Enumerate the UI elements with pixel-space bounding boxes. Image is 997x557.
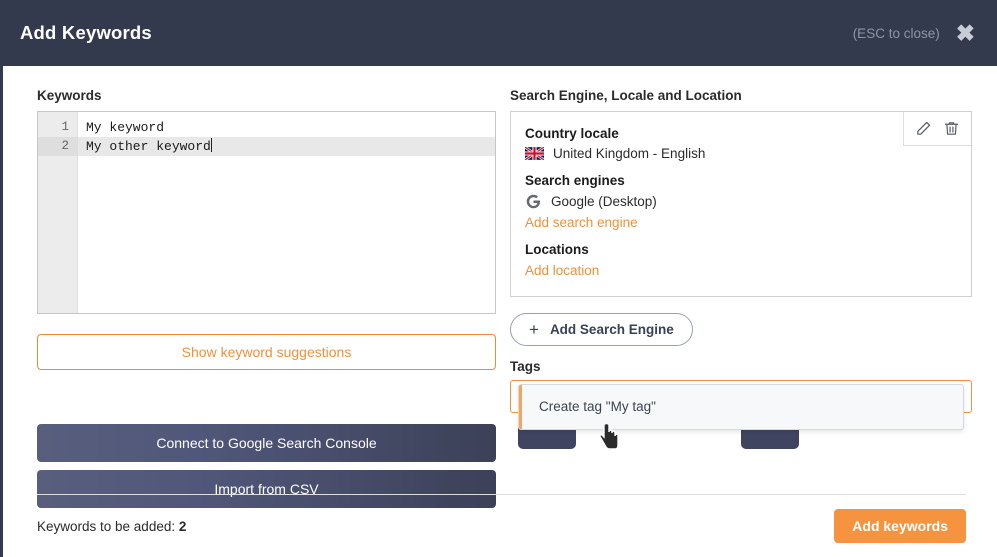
add-search-engine-button-label: Add Search Engine (549, 322, 674, 337)
line-number: 1 (61, 120, 69, 134)
modal-footer: Keywords to be added: 2 Add keywords (37, 494, 966, 557)
create-tag-option[interactable]: Create tag "My tag" (519, 385, 963, 429)
keywords-count: Keywords to be added: 2 (37, 519, 186, 534)
text-caret (210, 138, 212, 152)
keywords-count-value: 2 (178, 518, 187, 534)
country-locale-value: United Kingdom - English (553, 146, 706, 161)
country-locale-title: Country locale (525, 126, 619, 141)
keywords-label: Keywords (37, 88, 102, 103)
trash-icon[interactable] (943, 120, 960, 137)
line-number: 2 (38, 137, 77, 156)
pencil-icon[interactable] (915, 120, 932, 137)
editor-gutter: 1 2 (38, 112, 78, 313)
locale-card: Country locale United Kingdom - English … (510, 111, 972, 297)
search-engine-value: Google (Desktop) (551, 194, 657, 209)
editor-content[interactable]: My keyword My other keyword (78, 112, 495, 313)
keyword-line: My keyword (86, 120, 165, 135)
keywords-editor[interactable]: 1 2 My keyword My other keyword (37, 111, 496, 314)
header-actions: (ESC to close) ✖ (852, 21, 975, 45)
country-locale-row: United Kingdom - English (525, 146, 955, 161)
add-keywords-button[interactable]: Add keywords (834, 509, 966, 543)
search-engines-title: Search engines (525, 173, 625, 188)
keywords-count-label: Keywords to be added: (37, 518, 176, 534)
tags-dropdown: Create tag "My tag" (518, 384, 964, 430)
google-logo-icon (526, 194, 541, 209)
page-title: Add Keywords (20, 22, 152, 43)
keyword-line-active: My other keyword (78, 137, 495, 156)
add-keywords-modal: Add Keywords (ESC to close) ✖ Keywords 1… (0, 0, 997, 557)
add-search-engine-link[interactable]: Add search engine (525, 215, 638, 230)
tags-label: Tags (510, 359, 541, 374)
search-engine-row: Google (Desktop) (525, 193, 955, 210)
locations-title: Locations (525, 242, 589, 257)
keyword-line-text: My other keyword (86, 139, 211, 154)
plus-icon: + (529, 320, 539, 339)
keywords-panel: Keywords 1 2 My keyword My other keyword… (37, 88, 496, 508)
search-engine-panel: Search Engine, Locale and Location Count… (510, 88, 972, 494)
add-location-link[interactable]: Add location (525, 263, 599, 278)
connect-google-search-console-button[interactable]: Connect to Google Search Console (37, 424, 496, 462)
add-search-engine-button[interactable]: + Add Search Engine (510, 313, 693, 346)
search-engine-label: Search Engine, Locale and Location (510, 88, 742, 103)
close-icon[interactable]: ✖ (956, 21, 975, 45)
modal-body: Keywords 1 2 My keyword My other keyword… (3, 66, 997, 508)
esc-hint-label: (ESC to close) (852, 25, 940, 41)
show-keyword-suggestions-button[interactable]: Show keyword suggestions (37, 334, 496, 370)
union-jack-flag-icon (525, 147, 544, 160)
locale-card-actions (903, 112, 971, 146)
modal-header: Add Keywords (ESC to close) ✖ (3, 0, 997, 66)
